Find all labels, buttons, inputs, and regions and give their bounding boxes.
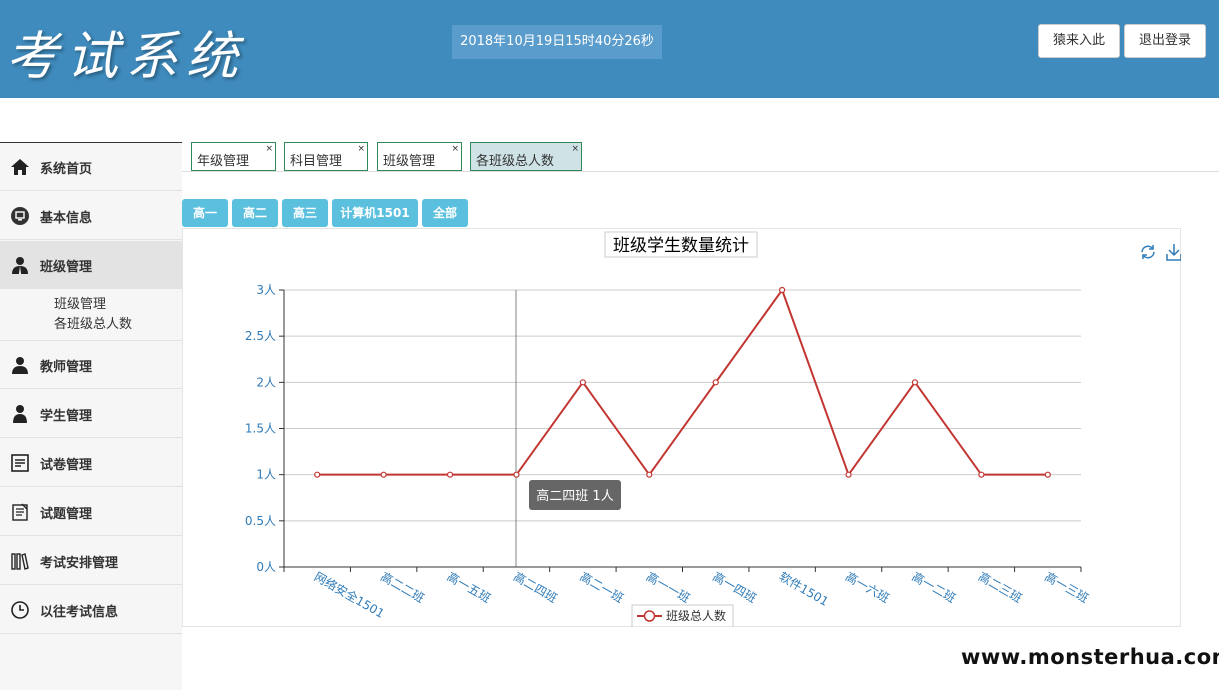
- tab-label: 年级管理: [197, 154, 250, 169]
- data-point[interactable]: [978, 471, 985, 478]
- chart-panel: 班级学生数量统计 0人 0.5人 1人 1.5人 2人 2.5人 3人 网络安全1501 高二…: [182, 228, 1181, 627]
- x-tick-label: 高一三班: [1042, 569, 1091, 606]
- tab-class-management[interactable]: 班级管理 ×: [377, 142, 462, 171]
- tooltip-text: 高二四班 1人: [536, 488, 613, 504]
- submenu-class-total[interactable]: 各班级总人数: [54, 313, 132, 332]
- y-tick-label: 0.5人: [245, 514, 276, 528]
- x-tick-label: 高一二班: [909, 569, 958, 606]
- sidebar-item-basic-info[interactable]: 基本信息: [0, 192, 182, 240]
- sidebar-item-label: 以往考试信息: [40, 605, 119, 620]
- x-tick-label: 高二一班: [577, 569, 626, 606]
- filter-computer1501-button[interactable]: 计算机1501: [332, 199, 418, 227]
- close-icon[interactable]: ×: [357, 144, 365, 154]
- x-tick-label: 高一六班: [843, 569, 892, 606]
- y-tick-label: 2人: [256, 375, 276, 389]
- sidebar-item-papers[interactable]: 试卷管理: [0, 439, 182, 487]
- clock-icon: [11, 601, 29, 619]
- monitor-icon: [11, 207, 29, 225]
- data-point[interactable]: [779, 286, 786, 294]
- filter-grade1-button[interactable]: 高一: [182, 199, 228, 227]
- data-point[interactable]: [845, 471, 852, 478]
- y-tick-label: 3人: [256, 283, 276, 297]
- filter-grade2-button[interactable]: 高二: [232, 199, 278, 227]
- sidebar-item-label: 基本信息: [40, 211, 93, 226]
- sidebar-item-class-management[interactable]: 班级管理: [0, 241, 182, 289]
- sidebar-item-label: 系统首页: [40, 162, 93, 177]
- x-tick-label: 高二二班: [378, 569, 427, 606]
- tab-label: 各班级总人数: [476, 154, 555, 169]
- data-point[interactable]: [646, 471, 653, 478]
- data-point[interactable]: [513, 471, 520, 478]
- data-point[interactable]: [380, 471, 387, 478]
- close-icon[interactable]: ×: [571, 144, 579, 154]
- x-tick-label: 网络安全1501: [312, 569, 388, 621]
- y-tick-label: 1.5人: [245, 422, 276, 436]
- y-axis: 0人 0.5人 1人 1.5人 2人 2.5人 3人: [245, 283, 285, 574]
- submenu-class-management[interactable]: 班级管理: [54, 293, 106, 312]
- x-tick-label: 软件1501: [777, 569, 831, 608]
- books-icon: [11, 553, 29, 570]
- data-point[interactable]: [579, 379, 586, 386]
- filter-all-button[interactable]: 全部: [422, 199, 468, 227]
- legend-label: 班级总人数: [666, 608, 726, 623]
- tooltip: 高二四班 1人: [529, 480, 621, 510]
- close-icon[interactable]: ×: [451, 144, 459, 154]
- enter-button[interactable]: 猿来入此: [1038, 24, 1120, 58]
- chart-title: 班级学生数量统计: [613, 236, 749, 256]
- tab-label: 科目管理: [290, 154, 343, 169]
- tab-divider: [182, 171, 1219, 172]
- download-icon[interactable]: [1166, 244, 1181, 261]
- sidebar: 系统首页 基本信息 班级管理 班级管理 各班级总人数 教师管理 学生管理 试卷管…: [0, 142, 182, 690]
- user-icon: [12, 257, 28, 274]
- data-point[interactable]: [314, 471, 321, 478]
- tab-subject-management[interactable]: 科目管理 ×: [284, 142, 368, 171]
- tab-class-totals[interactable]: 各班级总人数 ×: [470, 142, 582, 171]
- sidebar-item-home[interactable]: 系统首页: [0, 143, 182, 191]
- x-tick-label: 高一一班: [644, 569, 693, 606]
- sidebar-item-questions[interactable]: 试题管理: [0, 488, 182, 536]
- user-icon: [12, 357, 28, 374]
- legend[interactable]: 班级总人数: [631, 604, 734, 627]
- x-tick-label: 高一四班: [710, 569, 759, 606]
- sidebar-item-exam-schedule[interactable]: 考试安排管理: [0, 537, 182, 585]
- sidebar-item-label: 试卷管理: [40, 458, 93, 473]
- y-tick-label: 1人: [256, 468, 276, 482]
- datetime-display: 2018年10月19日15时40分26秒: [452, 25, 662, 59]
- sidebar-item-past-exams[interactable]: 以往考试信息: [0, 586, 182, 634]
- y-tick-label: 2.5人: [245, 329, 276, 343]
- x-tick-label: 高二三班: [976, 569, 1025, 606]
- data-point[interactable]: [1044, 471, 1051, 478]
- top-header: 考试系统 2018年10月19日15时40分26秒 猿来入此 退出登录: [0, 0, 1219, 98]
- line-chart: 班级学生数量统计 0人0.5人1人1.5人2人2.5人3人 网络安全1501高二…: [245, 231, 1181, 627]
- app-logo: 考试系统: [6, 27, 247, 87]
- y-tick-label: 0人: [256, 560, 276, 574]
- user-icon: [13, 405, 27, 423]
- sidebar-item-student[interactable]: 学生管理: [0, 390, 182, 438]
- data-point[interactable]: [712, 379, 719, 386]
- document-icon: [11, 454, 29, 472]
- refresh-icon[interactable]: [1141, 245, 1155, 259]
- x-tick-label: 高二四班: [511, 569, 560, 606]
- sidebar-item-label: 学生管理: [40, 409, 93, 424]
- sidebar-item-label: 教师管理: [40, 360, 93, 375]
- sidebar-item-label: 考试安排管理: [40, 556, 119, 571]
- x-tick-label: 高一五班: [445, 569, 494, 606]
- sidebar-item-label: 试题管理: [40, 507, 93, 522]
- document-icon: [12, 503, 28, 521]
- data-point[interactable]: [911, 379, 919, 386]
- watermark-text: www.monsterhua.com: [961, 645, 1219, 669]
- tab-grade-management[interactable]: 年级管理 ×: [191, 142, 276, 171]
- sidebar-item-teacher[interactable]: 教师管理: [0, 341, 182, 389]
- close-icon[interactable]: ×: [265, 144, 273, 154]
- filter-grade3-button[interactable]: 高三: [282, 199, 328, 227]
- tab-label: 班级管理: [383, 154, 436, 169]
- logout-button[interactable]: 退出登录: [1124, 24, 1206, 58]
- home-icon: [11, 159, 29, 175]
- data-point[interactable]: [446, 471, 454, 478]
- sidebar-item-label: 班级管理: [40, 260, 93, 275]
